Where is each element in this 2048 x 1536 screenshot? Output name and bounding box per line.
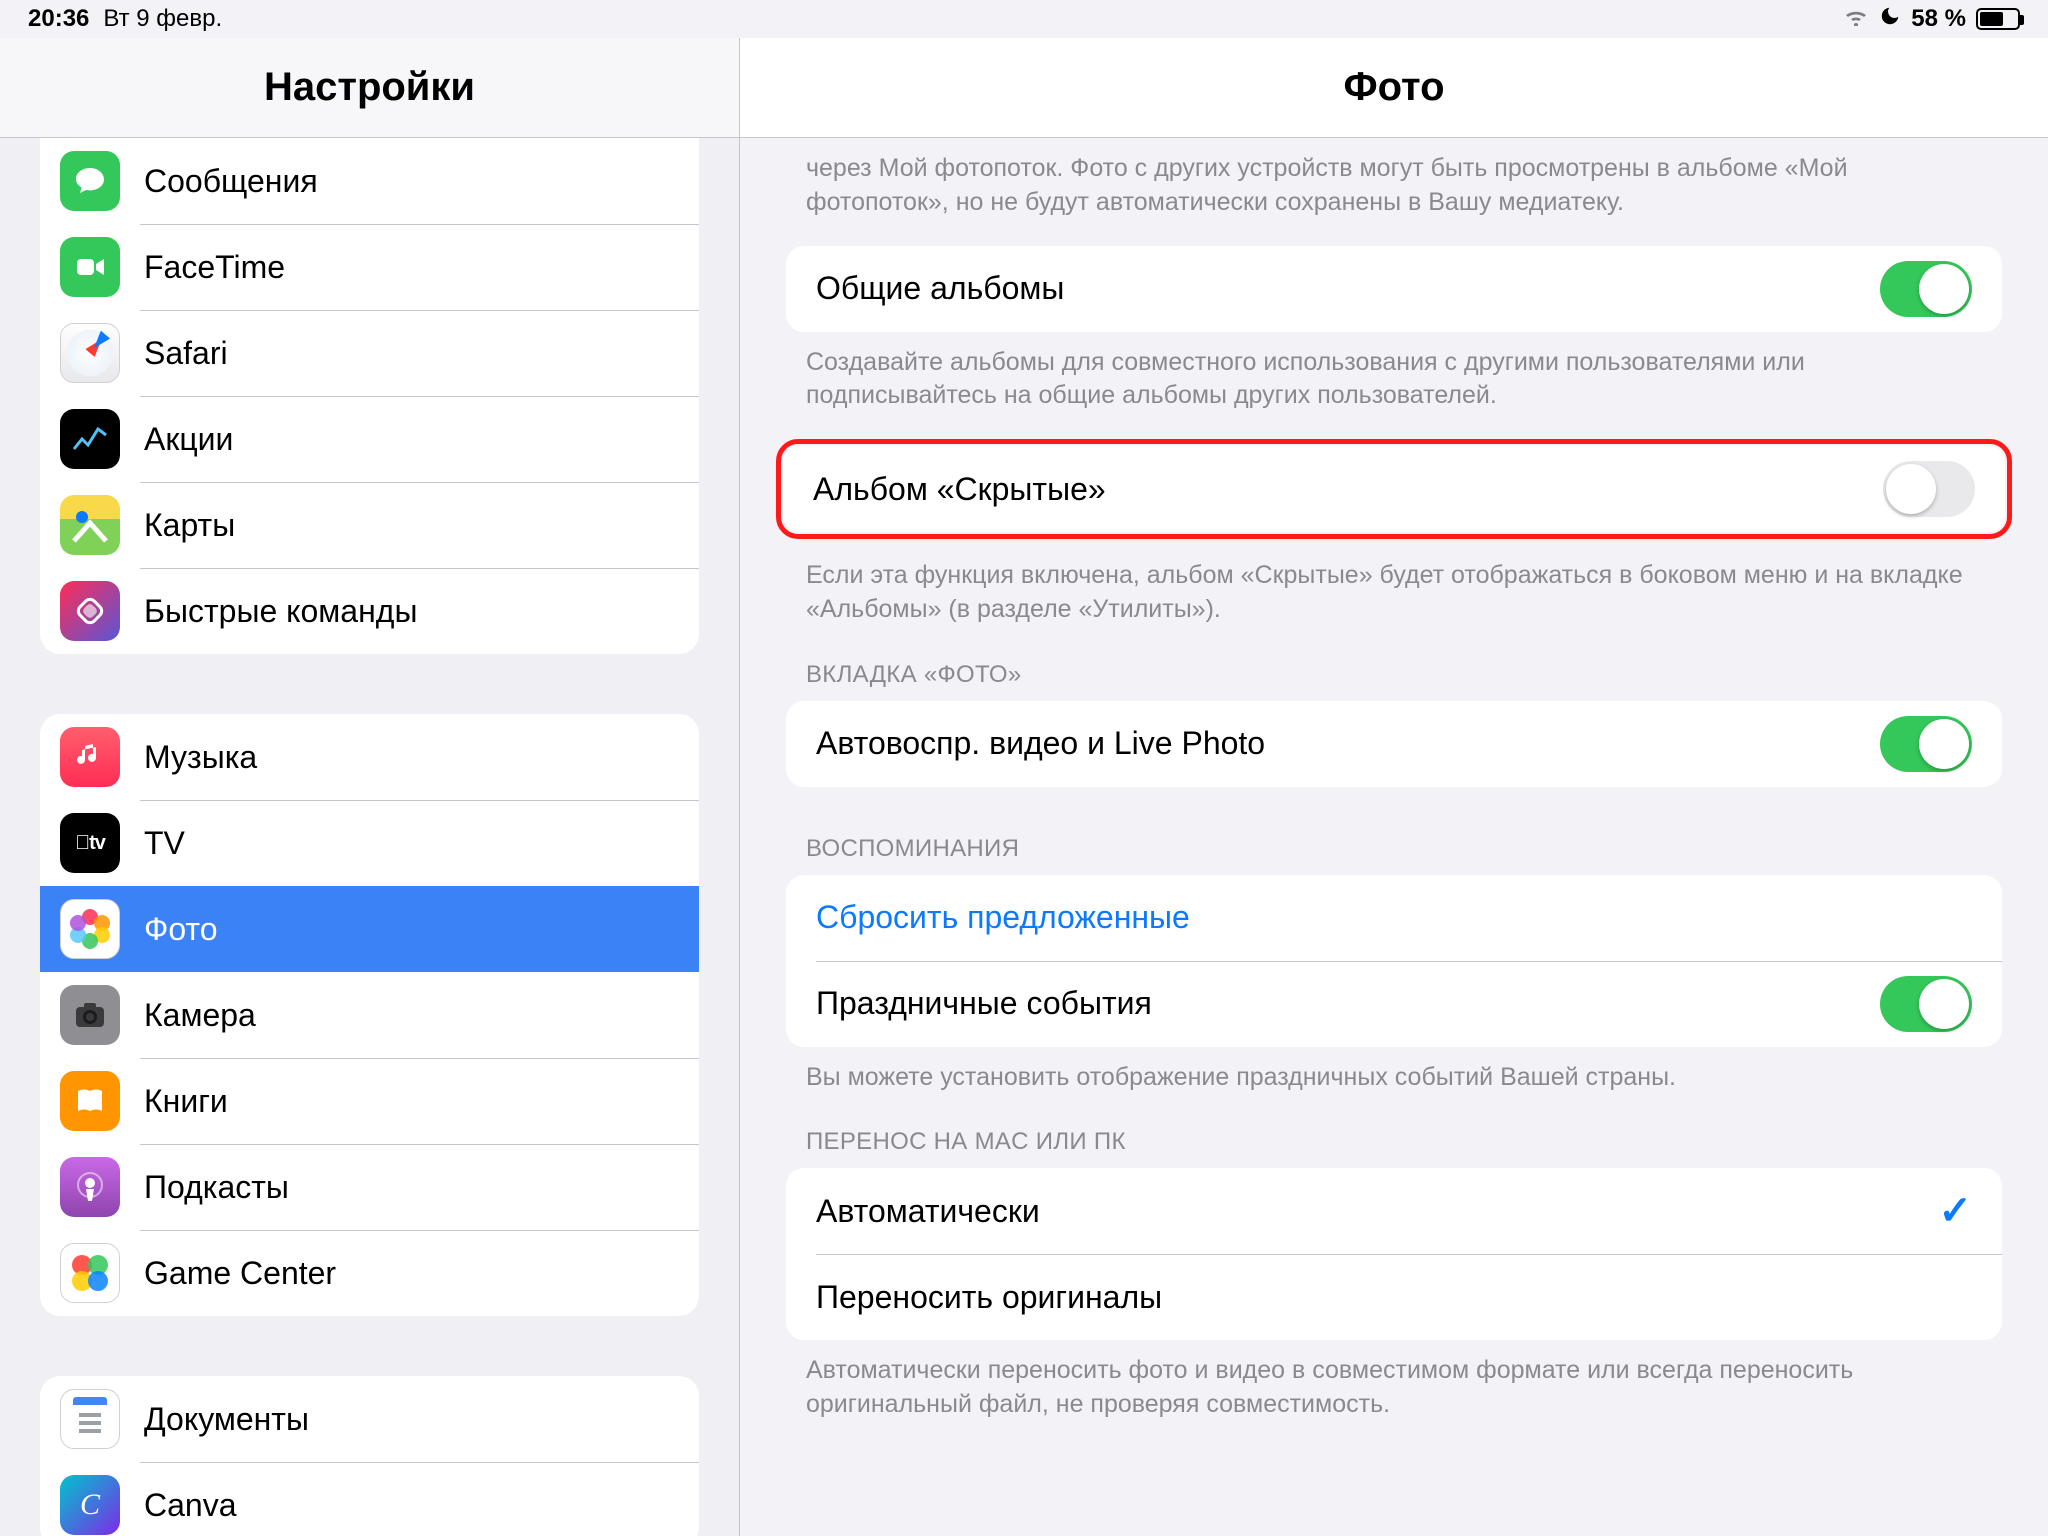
settings-sidebar: Сообщения FaceTime Safari Акции <box>0 138 740 1536</box>
camera-icon <box>60 985 120 1045</box>
shared-albums-description: Создавайте альбомы для совместного испол… <box>786 332 2002 414</box>
sidebar-item-label: Книги <box>144 1083 228 1120</box>
sidebar-item-label: Подкасты <box>144 1169 289 1206</box>
battery-icon <box>1976 8 2020 30</box>
hidden-album-toggle[interactable] <box>1883 461 1975 517</box>
status-date: Вт 9 февр. <box>103 5 222 33</box>
battery-percent: 58 % <box>1911 5 1966 33</box>
checkmark-icon: ✓ <box>1938 1188 1972 1234</box>
section-photo-tab: ВКЛАДКА «ФОТО» <box>786 627 2002 701</box>
settings-detail: через Мой фотопоток. Фото с других устро… <box>740 138 2048 1536</box>
documents-icon <box>60 1389 120 1449</box>
sidebar-title: Настройки <box>0 38 740 138</box>
page-title: Фото <box>740 38 2048 138</box>
music-icon <box>60 727 120 787</box>
status-bar: 20:36 Вт 9 февр. 58 % <box>0 0 2048 38</box>
sidebar-item-photos[interactable]: Фото <box>40 886 699 972</box>
hidden-album-row[interactable]: Альбом «Скрытые» <box>783 446 2005 532</box>
shortcuts-icon <box>60 581 120 641</box>
sidebar-item-label: Документы <box>144 1401 309 1438</box>
sidebar-item-label: FaceTime <box>144 249 285 286</box>
sidebar-item-label: Быстрые команды <box>144 593 417 630</box>
maps-icon <box>60 495 120 555</box>
stocks-icon <box>60 409 120 469</box>
canva-icon: C <box>60 1475 120 1535</box>
sidebar-item-label: Фото <box>144 911 218 948</box>
highlight-box: Альбом «Скрытые» <box>776 439 2012 539</box>
autoplay-row[interactable]: Автовоспр. видео и Live Photo <box>786 701 2002 787</box>
transfer-automatic-row[interactable]: Автоматически ✓ <box>786 1168 2002 1254</box>
transfer-originals-label: Переносить оригиналы <box>816 1279 1162 1316</box>
safari-icon <box>60 323 120 383</box>
tv-icon: tv <box>60 813 120 873</box>
hidden-album-label: Альбом «Скрытые» <box>813 471 1106 508</box>
status-time: 20:36 <box>28 5 89 33</box>
sidebar-item-label: Canva <box>144 1487 237 1524</box>
hidden-album-description: Если эта функция включена, альбом «Скрыт… <box>786 549 2002 627</box>
shared-albums-label: Общие альбомы <box>816 270 1064 307</box>
transfer-automatic-label: Автоматически <box>816 1193 1040 1230</box>
sidebar-item-label: Сообщения <box>144 163 318 200</box>
holiday-events-toggle[interactable] <box>1880 976 1972 1032</box>
reset-suggested-label: Сбросить предложенные <box>816 899 1190 936</box>
holiday-events-label: Праздничные события <box>816 985 1152 1022</box>
sidebar-item-books[interactable]: Книги <box>40 1058 699 1144</box>
books-icon <box>60 1071 120 1131</box>
autoplay-toggle[interactable] <box>1880 716 1972 772</box>
sidebar-item-tv[interactable]: tv TV <box>40 800 699 886</box>
sidebar-item-label: Карты <box>144 507 235 544</box>
reset-suggested-row[interactable]: Сбросить предложенные <box>786 875 2002 961</box>
sidebar-item-shortcuts[interactable]: Быстрые команды <box>40 568 699 654</box>
sidebar-item-maps[interactable]: Карты <box>40 482 699 568</box>
wifi-icon <box>1843 6 1869 32</box>
messages-icon <box>60 151 120 211</box>
podcasts-icon <box>60 1157 120 1217</box>
holiday-events-description: Вы можете установить отображение праздни… <box>786 1047 2002 1095</box>
sidebar-item-label: Музыка <box>144 739 257 776</box>
facetime-icon <box>60 237 120 297</box>
sidebar-item-label: TV <box>144 825 185 862</box>
sidebar-item-camera[interactable]: Камера <box>40 972 699 1058</box>
transfer-originals-row[interactable]: Переносить оригиналы <box>786 1254 2002 1340</box>
sidebar-item-label: Safari <box>144 335 228 372</box>
sidebar-item-podcasts[interactable]: Подкасты <box>40 1144 699 1230</box>
gamecenter-icon <box>60 1243 120 1303</box>
autoplay-label: Автовоспр. видео и Live Photo <box>816 725 1265 762</box>
shared-albums-toggle[interactable] <box>1880 261 1972 317</box>
shared-albums-row[interactable]: Общие альбомы <box>786 246 2002 332</box>
photostream-description: через Мой фотопоток. Фото с других устро… <box>786 138 2002 220</box>
holiday-events-row[interactable]: Праздничные события <box>786 961 2002 1047</box>
sidebar-item-gamecenter[interactable]: Game Center <box>40 1230 699 1316</box>
sidebar-item-canva[interactable]: C Canva <box>40 1462 699 1536</box>
sidebar-item-messages[interactable]: Сообщения <box>40 138 699 224</box>
sidebar-item-facetime[interactable]: FaceTime <box>40 224 699 310</box>
section-transfer: ПЕРЕНОС НА MAC ИЛИ ПК <box>786 1094 2002 1168</box>
sidebar-item-documents[interactable]: Документы <box>40 1376 699 1462</box>
sidebar-item-music[interactable]: Музыка <box>40 714 699 800</box>
photos-icon <box>60 899 120 959</box>
do-not-disturb-icon <box>1879 5 1901 33</box>
sidebar-item-label: Камера <box>144 997 256 1034</box>
sidebar-item-stocks[interactable]: Акции <box>40 396 699 482</box>
transfer-description: Автоматически переносить фото и видео в … <box>786 1340 2002 1422</box>
sidebar-item-label: Game Center <box>144 1255 336 1292</box>
section-memories: ВОСПОМИНАНИЯ <box>786 787 2002 875</box>
sidebar-item-label: Акции <box>144 421 233 458</box>
sidebar-item-safari[interactable]: Safari <box>40 310 699 396</box>
